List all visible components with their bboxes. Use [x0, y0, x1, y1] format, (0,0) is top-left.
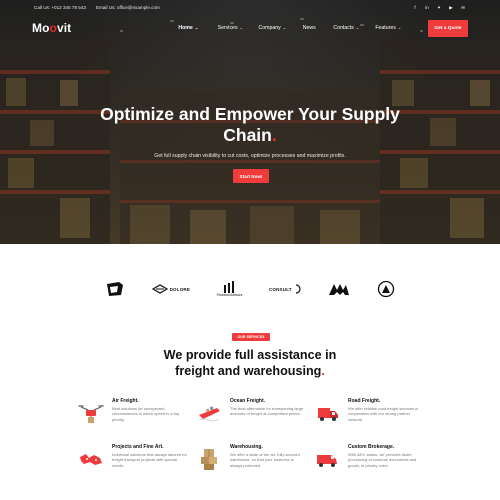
phone-text[interactable]: Call Us: +012 345 78 543 — [34, 5, 86, 10]
logo-text-start: Mo — [32, 21, 50, 35]
m-logo-icon — [329, 284, 350, 295]
service-title: Warehousing. — [230, 444, 263, 450]
service-description: Individual solutions that always tailore… — [112, 452, 187, 468]
nav-item-company[interactable]: Company ⌄ — [251, 25, 293, 31]
chevron-down-icon: ⌄ — [397, 25, 402, 30]
chevron-down-icon: ⌄ — [282, 25, 287, 30]
our-services-badge: OUR SERVICES — [232, 333, 270, 341]
partner-financial-logo[interactable]: Financial Advisors — [217, 280, 242, 298]
social-links: f in ✦ ▶ ✉ — [412, 5, 466, 11]
service-card-projects-fine-art[interactable]: Projects and Fine Art. Individual soluti… — [76, 444, 194, 482]
partner-shield-logo[interactable] — [105, 281, 125, 297]
consult-logo-icon — [295, 284, 301, 294]
service-title: Road Freight. — [348, 398, 381, 404]
instagram-icon[interactable]: ✦ — [436, 5, 442, 11]
email-text[interactable]: Email Us: office@example.com — [96, 5, 160, 10]
partner-dolore-logo[interactable]: DOLORE — [151, 284, 190, 294]
chevron-down-icon: ⌄ — [194, 25, 199, 30]
ship-icon — [194, 398, 224, 428]
chevron-down-icon: ⌄ — [355, 25, 360, 30]
circle-logo-icon — [377, 280, 395, 298]
nav-item-contacts[interactable]: Contacts ⌄ — [325, 25, 367, 31]
chevron-down-icon: ⌄ — [239, 25, 243, 30]
main-navigation: Mo o vit Home ⌄ Services ⌄ Company ⌄ News Con… — [0, 15, 500, 41]
dolore-logo-icon — [151, 284, 168, 294]
service-card-custom-brokerage[interactable]: Custom Brokerage. With AEO status, we pr… — [312, 444, 430, 482]
service-description: We offer reliable road freight services … — [348, 406, 419, 422]
service-title: Custom Brokerage. — [348, 444, 395, 450]
hero-title: Optimize and Empower Your Supply Chain. — [100, 104, 400, 145]
nav-menu: Home ⌄ Services ⌄ Company ⌄ News Contacts ⌄ … — [167, 25, 409, 31]
service-description: With AEO status, we provides faster proc… — [348, 452, 417, 468]
partner-logos: DOLORE Financial Advisors CONSULT — [105, 277, 395, 301]
get-a-quote-button[interactable]: Get a Quote — [428, 19, 468, 37]
linkedin-icon[interactable]: in — [424, 5, 430, 11]
mail-icon[interactable]: ✉ — [460, 5, 466, 11]
nav-item-services[interactable]: Services ⌄ — [209, 25, 251, 31]
shield-logo-icon — [107, 282, 123, 296]
service-description: Best solutions for unexpected circumstan… — [112, 406, 180, 422]
facebook-icon[interactable]: f — [412, 5, 418, 11]
partner-circle-logo[interactable] — [377, 280, 395, 298]
drone-icon — [76, 398, 106, 428]
hero-subtitle: Get full supply chain visibility to cut … — [154, 153, 346, 159]
top-bar: Call Us: +012 345 78 543 Email Us: offic… — [0, 0, 500, 15]
partner-consult-logo[interactable]: CONSULT — [269, 284, 302, 294]
boxes-icon — [194, 444, 224, 474]
start-now-button[interactable]: Start Now! — [233, 169, 269, 183]
logo-dot: o — [49, 21, 57, 35]
youtube-icon[interactable]: ▶ — [448, 5, 454, 11]
service-card-warehousing[interactable]: Warehousing. We offer a state of the art… — [194, 444, 312, 482]
service-title: Projects and Fine Art. — [112, 444, 164, 450]
service-card-road-freight[interactable]: Road Freight. We offer reliable road fre… — [312, 398, 430, 436]
logo-text-end: vit — [56, 21, 72, 35]
service-card-air-freight[interactable]: Air Freight. Best solutions for unexpect… — [76, 398, 194, 436]
service-card-ocean-freight[interactable]: Ocean Freight. The best alternative for … — [194, 398, 312, 436]
nav-item-features[interactable]: Features ⌄ — [367, 25, 409, 31]
partner-m-logo[interactable] — [328, 282, 350, 296]
truck-icon — [312, 398, 342, 428]
service-title: Air Freight. — [112, 398, 139, 404]
nav-item-home[interactable]: Home ⌄ — [167, 25, 209, 31]
nav-item-news[interactable]: News — [293, 25, 325, 31]
service-description: We offer a state of the art, fully secur… — [230, 452, 300, 468]
service-description: The best alternative for transporting la… — [230, 406, 304, 417]
hero-banner: Call Us: +012 345 78 543 Email Us: offic… — [0, 0, 500, 244]
site-logo[interactable]: Mo o vit — [32, 21, 71, 35]
map-icon — [76, 444, 106, 474]
van-icon — [312, 444, 342, 474]
services-grid: Air Freight. Best solutions for unexpect… — [76, 398, 432, 482]
service-title: Ocean Freight. — [230, 398, 266, 404]
services-section-title: We provide full assistance in freight an… — [163, 348, 337, 378]
financial-logo-icon — [224, 280, 235, 293]
